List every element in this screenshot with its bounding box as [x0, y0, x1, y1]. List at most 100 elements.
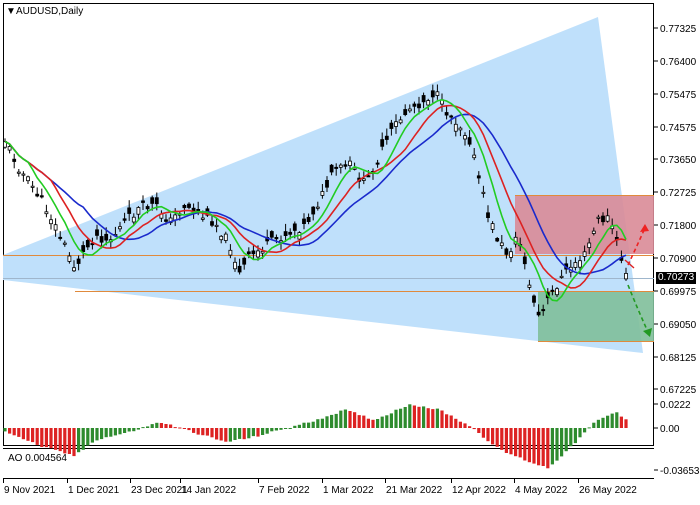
- candle-body[interactable]: [214, 224, 219, 227]
- candle-body[interactable]: [62, 242, 67, 245]
- candle-body[interactable]: [486, 212, 490, 219]
- candle-body[interactable]: [136, 207, 141, 215]
- candle-body[interactable]: [182, 204, 187, 209]
- candle-body[interactable]: [412, 103, 417, 107]
- candle-body[interactable]: [67, 255, 72, 262]
- candle-body[interactable]: [49, 219, 53, 225]
- candle-body[interactable]: [348, 160, 352, 167]
- red-target-zone[interactable]: [515, 195, 654, 254]
- candle-body[interactable]: [453, 123, 458, 132]
- candle-body[interactable]: [338, 164, 343, 168]
- candle-body[interactable]: [407, 108, 412, 112]
- candle-body[interactable]: [495, 237, 500, 242]
- candle-body[interactable]: [522, 256, 527, 265]
- candle-body[interactable]: [53, 224, 58, 231]
- candle-body[interactable]: [421, 95, 426, 103]
- candle-body[interactable]: [302, 218, 306, 224]
- candle-body[interactable]: [35, 193, 40, 197]
- candle-body[interactable]: [315, 206, 320, 209]
- candle-body[interactable]: [481, 191, 486, 194]
- candle-body[interactable]: [131, 216, 136, 223]
- candle-body[interactable]: [435, 91, 440, 96]
- candle-body[interactable]: [127, 207, 132, 214]
- candle-body[interactable]: [366, 175, 371, 178]
- candle-body[interactable]: [403, 109, 408, 115]
- candle-body[interactable]: [582, 251, 587, 257]
- candle-body[interactable]: [311, 206, 316, 215]
- candle-body[interactable]: [605, 215, 610, 222]
- candle-body[interactable]: [430, 90, 435, 98]
- candle-body[interactable]: [200, 217, 205, 220]
- candle-body[interactable]: [187, 203, 191, 208]
- candle-body[interactable]: [306, 216, 311, 222]
- candle-body[interactable]: [499, 242, 504, 246]
- candle-body[interactable]: [449, 115, 454, 118]
- candle-body[interactable]: [44, 211, 49, 215]
- candle-body[interactable]: [596, 216, 601, 219]
- candle-body[interactable]: [426, 100, 431, 106]
- candle-body[interactable]: [237, 265, 242, 273]
- candle-body[interactable]: [26, 176, 30, 182]
- candle-body[interactable]: [398, 119, 403, 124]
- candle-body[interactable]: [467, 137, 472, 145]
- candle-body[interactable]: [555, 288, 559, 296]
- candle-body[interactable]: [624, 272, 628, 280]
- candle-body[interactable]: [95, 229, 99, 236]
- candle-body[interactable]: [288, 231, 293, 235]
- candle-body[interactable]: [233, 261, 237, 270]
- candle-body[interactable]: [573, 262, 578, 268]
- candle-body[interactable]: [532, 295, 536, 303]
- candle-body[interactable]: [242, 257, 247, 265]
- candle-body[interactable]: [559, 275, 564, 278]
- candle-body[interactable]: [463, 135, 467, 140]
- candle-body[interactable]: [228, 249, 233, 256]
- candle-body[interactable]: [325, 179, 329, 188]
- candle-body[interactable]: [12, 158, 17, 162]
- green-target-zone[interactable]: [538, 291, 654, 341]
- candle-body[interactable]: [76, 258, 81, 264]
- candle-body[interactable]: [223, 233, 228, 241]
- candle-body[interactable]: [145, 206, 150, 210]
- candle-body[interactable]: [39, 195, 44, 198]
- candle-body[interactable]: [384, 135, 389, 140]
- candle-body[interactable]: [256, 250, 260, 258]
- candle-body[interactable]: [246, 251, 251, 255]
- candle-body[interactable]: [343, 164, 348, 167]
- candle-body[interactable]: [7, 146, 12, 151]
- candle-body[interactable]: [210, 221, 214, 226]
- candle-body[interactable]: [417, 103, 421, 109]
- candle-body[interactable]: [141, 200, 145, 203]
- candle-body[interactable]: [72, 267, 76, 272]
- candle-body[interactable]: [269, 231, 274, 238]
- candle-body[interactable]: [274, 236, 279, 240]
- candle-body[interactable]: [99, 236, 104, 243]
- candle-body[interactable]: [251, 250, 256, 255]
- candle-body[interactable]: [329, 164, 334, 173]
- candle-body[interactable]: [118, 226, 122, 230]
- candle-body[interactable]: [21, 173, 26, 176]
- candle-body[interactable]: [476, 175, 481, 179]
- candle-body[interactable]: [458, 127, 463, 131]
- candle-body[interactable]: [85, 239, 90, 248]
- candle-body[interactable]: [536, 311, 541, 316]
- candle-body[interactable]: [16, 171, 21, 174]
- candle-body[interactable]: [320, 191, 325, 196]
- candle-body[interactable]: [444, 112, 449, 116]
- candle-body[interactable]: [375, 162, 380, 165]
- candle-body[interactable]: [472, 154, 477, 159]
- chart-window[interactable]: ▼ AUDUSD,Daily AO 0.004564 0.77325 0.7640…: [0, 0, 700, 500]
- candle-body[interactable]: [380, 139, 385, 147]
- candle-body[interactable]: [58, 236, 63, 239]
- candle-body[interactable]: [81, 245, 86, 252]
- candle-body[interactable]: [389, 122, 394, 129]
- candle-body[interactable]: [504, 248, 509, 255]
- candle-body[interactable]: [150, 197, 155, 204]
- candle-body[interactable]: [164, 219, 168, 222]
- candle-body[interactable]: [490, 223, 495, 230]
- candle-body[interactable]: [104, 233, 109, 241]
- candle-body[interactable]: [122, 218, 127, 221]
- candle-body[interactable]: [550, 289, 555, 292]
- candle-body[interactable]: [361, 178, 366, 181]
- candle-body[interactable]: [527, 284, 532, 288]
- candle-body[interactable]: [292, 223, 297, 231]
